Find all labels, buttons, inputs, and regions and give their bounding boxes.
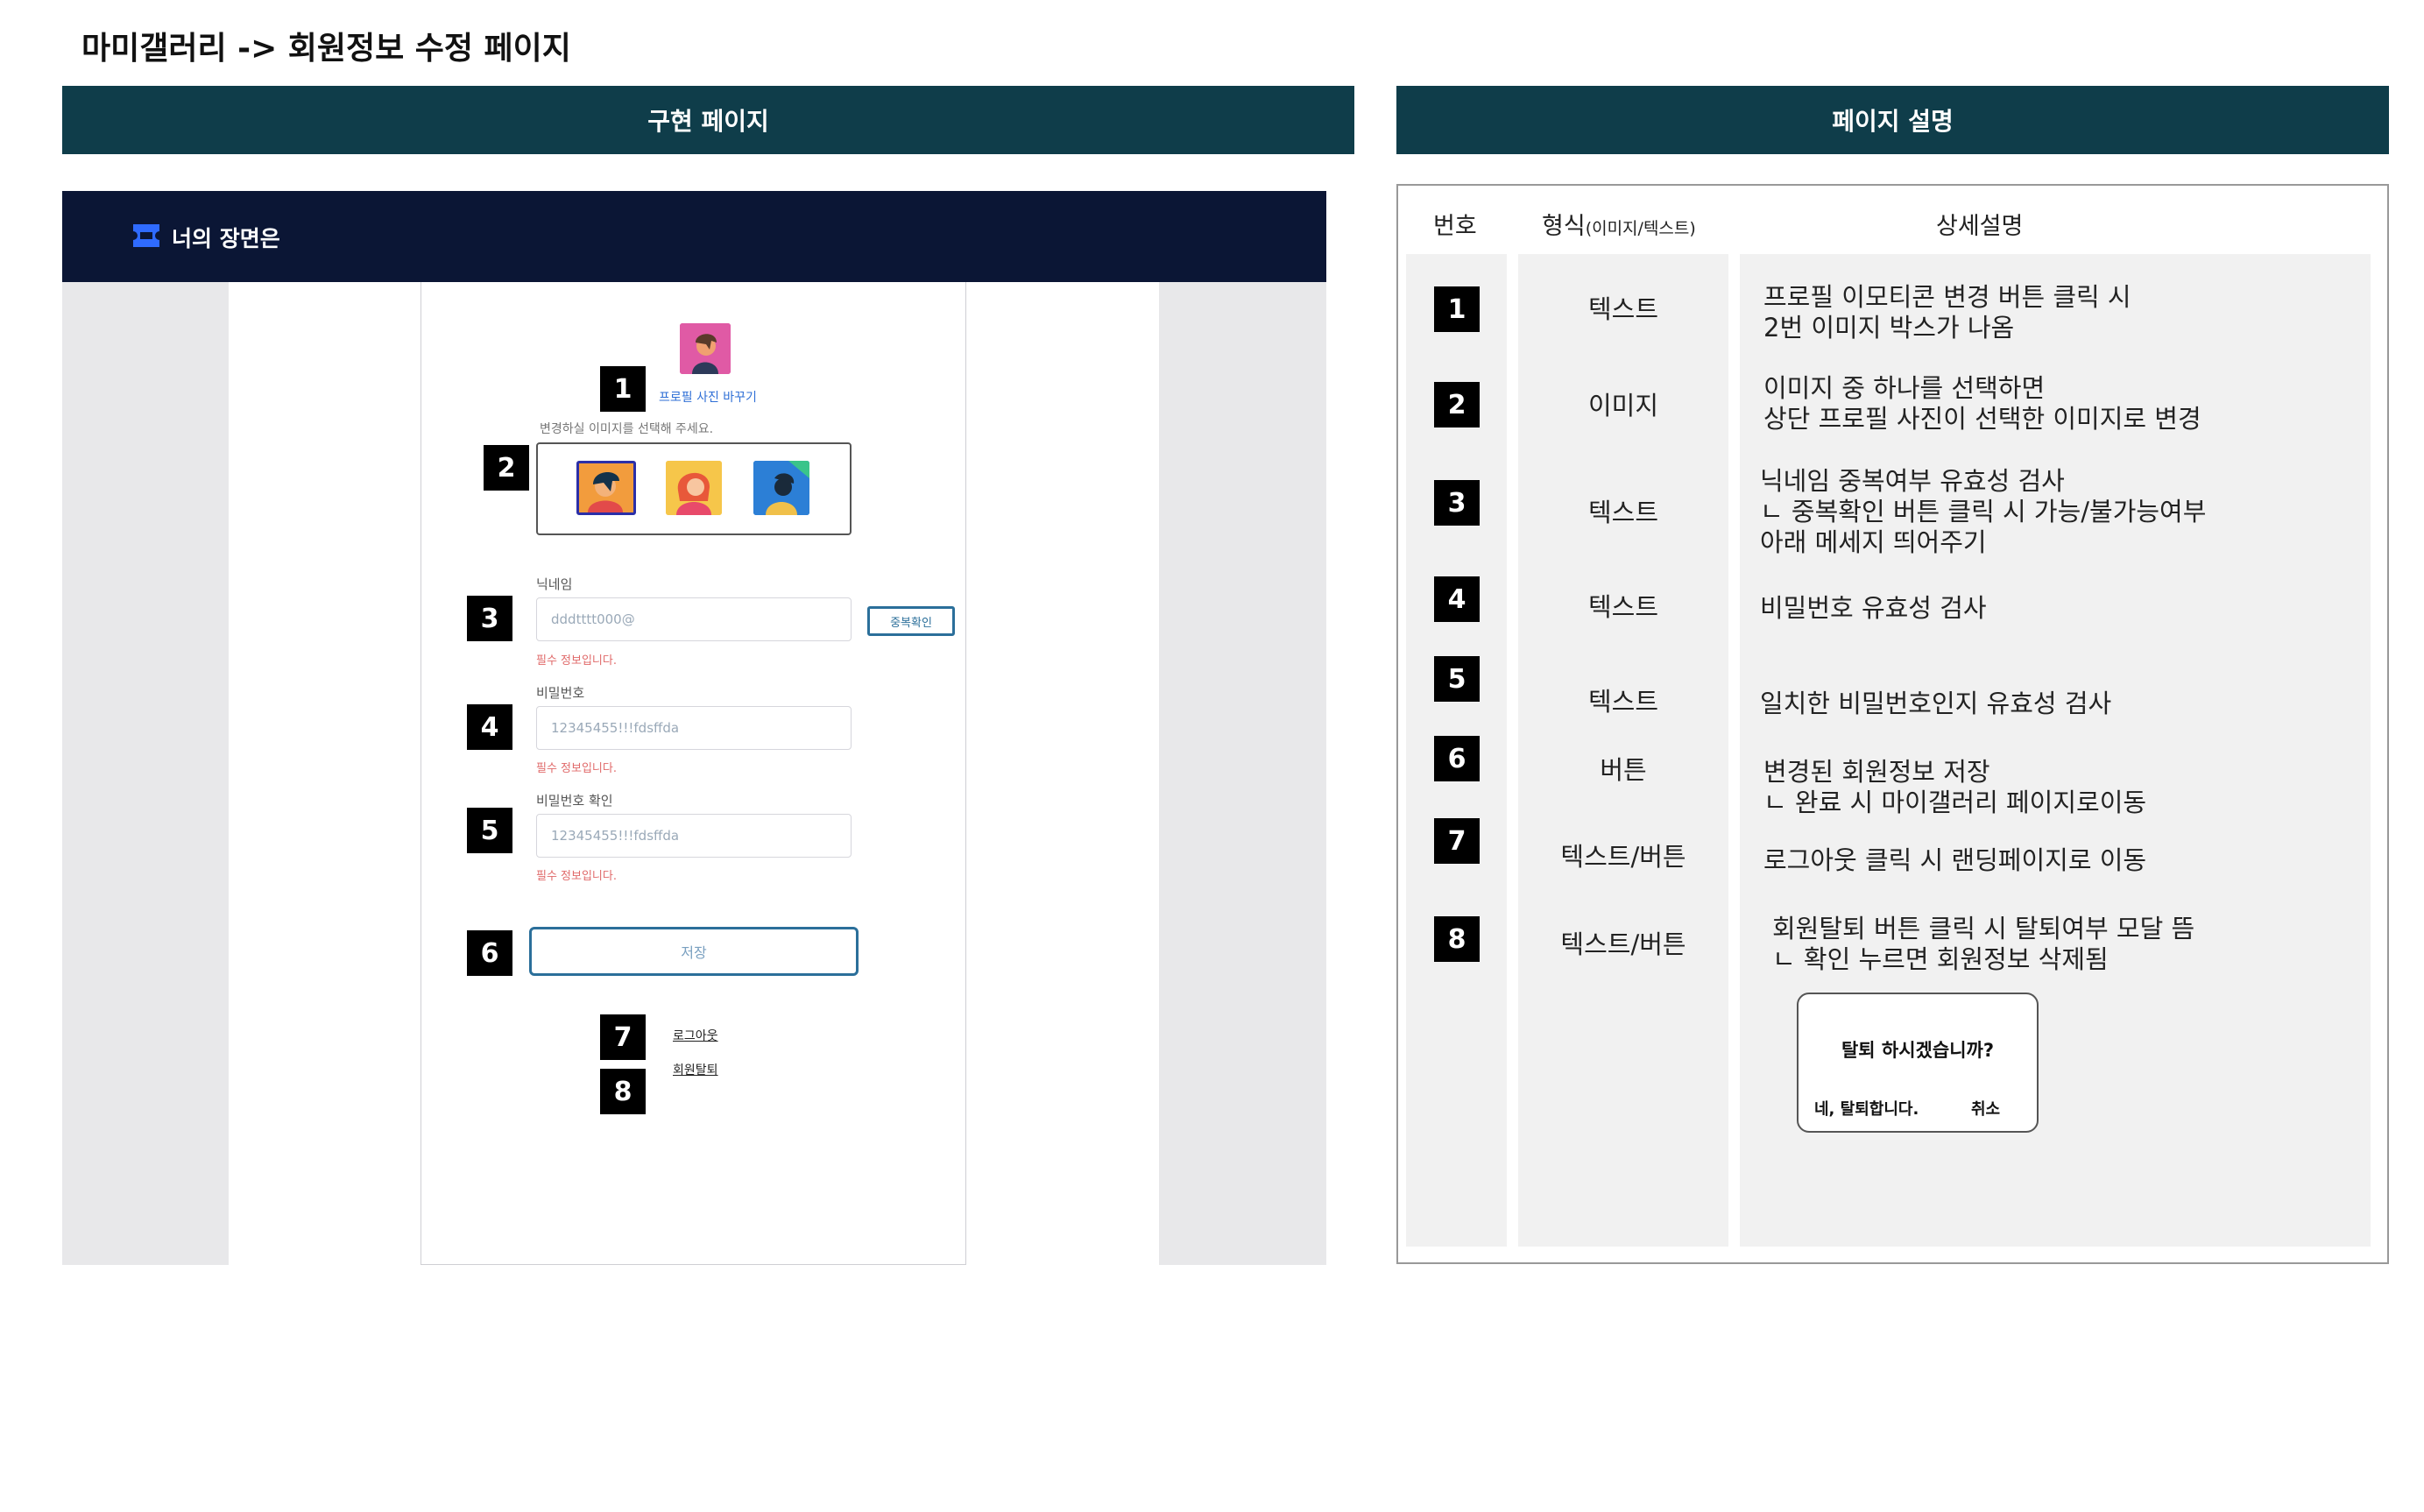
- modal-question: 탈퇴 하시겠습니까?: [1841, 1040, 1995, 1061]
- modal-confirm-button[interactable]: 네, 탈퇴합니다.: [1814, 1097, 1919, 1120]
- row-format: 텍스트: [1587, 592, 1659, 622]
- row-detail: 비밀번호 유효성 검사: [1760, 593, 1987, 623]
- row-detail: 이미지 중 하나를 선택하면 상단 프로필 사진이 선택한 이미지로 변경: [1763, 373, 2201, 434]
- row-number: 5: [1434, 656, 1480, 702]
- brand-name[interactable]: 너의 장면은: [172, 222, 280, 253]
- row-format: 버튼: [1600, 755, 1647, 785]
- password-confirm-input[interactable]: 12345455!!!fdsffda: [536, 814, 852, 858]
- nickname-label: 닉네임: [536, 576, 573, 592]
- nickname-input[interactable]: dddtttt000@: [536, 597, 852, 641]
- row-format: 텍스트: [1587, 498, 1659, 527]
- annotation-marker-6: 6: [467, 930, 512, 976]
- modal-cancel-button[interactable]: 취소: [1971, 1097, 2000, 1120]
- row-number: 2: [1434, 382, 1480, 427]
- annotation-marker-5: 5: [467, 808, 512, 853]
- annotation-marker-4: 4: [467, 704, 512, 750]
- password-input[interactable]: 12345455!!!fdsffda: [536, 706, 852, 750]
- password-error: 필수 정보입니다.: [536, 762, 617, 775]
- nickname-error: 필수 정보입니다.: [536, 654, 617, 668]
- withdraw-link[interactable]: 회원탈퇴: [673, 1061, 718, 1078]
- password-confirm-label: 비밀번호 확인: [536, 793, 613, 809]
- password-confirm-error: 필수 정보입니다.: [536, 870, 617, 883]
- row-format: 텍스트/버튼: [1560, 842, 1686, 872]
- select-image-hint: 변경하실 이미지를 선택해 주세요.: [540, 422, 714, 436]
- profile-avatar: [680, 323, 731, 374]
- row-detail: 닉네임 중복여부 유효성 검사 ㄴ 중복확인 버튼 클릭 시 가능/불가능여부 …: [1760, 466, 2207, 557]
- duplicate-check-button[interactable]: 중복확인: [867, 606, 955, 636]
- header-format-label: 형식: [1542, 213, 1586, 240]
- annotation-marker-8: 8: [600, 1069, 646, 1114]
- row-format: 이미지: [1587, 391, 1659, 420]
- annotation-marker-2: 2: [484, 445, 529, 491]
- row-detail: 변경된 회원정보 저장 ㄴ 완료 시 마이갤러리 페이지로이동: [1763, 757, 2147, 817]
- header-detail: 상세설명: [1936, 213, 2024, 240]
- implementation-header: 구현 페이지: [62, 86, 1354, 154]
- avatar-option-1[interactable]: [576, 461, 636, 515]
- header-format: 형식(이미지/텍스트): [1542, 207, 1696, 241]
- row-number: 1: [1434, 286, 1480, 332]
- header-format-sub: (이미지/텍스트): [1585, 219, 1696, 238]
- avatar-option-2[interactable]: [666, 461, 722, 515]
- header-number: 번호: [1433, 213, 1477, 240]
- row-number: 7: [1434, 818, 1480, 864]
- row-format: 텍스트/버튼: [1560, 929, 1686, 959]
- row-number: 8: [1434, 916, 1480, 962]
- row-number: 3: [1434, 480, 1480, 526]
- row-number: 4: [1434, 576, 1480, 622]
- avatar-option-3[interactable]: [753, 461, 809, 515]
- row-detail: 프로필 이모티콘 변경 버튼 클릭 시 2번 이미지 박스가 나옴: [1763, 282, 2131, 343]
- row-detail: 회원탈퇴 버튼 클릭 시 탈퇴여부 모달 뜸 ㄴ 확인 누르면 회원정보 삭제됨: [1772, 914, 2195, 974]
- logout-link[interactable]: 로그아웃: [673, 1027, 718, 1044]
- change-photo-link[interactable]: 프로필 사진 바꾸기: [659, 388, 757, 406]
- row-format: 텍스트: [1587, 687, 1659, 717]
- annotation-marker-7: 7: [600, 1014, 646, 1060]
- page-title: 마미갤러리 -> 회원정보 수정 페이지: [81, 31, 571, 67]
- password-label: 비밀번호: [536, 685, 585, 701]
- annotation-marker-1: 1: [600, 366, 646, 412]
- row-number: 6: [1434, 736, 1480, 781]
- row-format: 텍스트: [1587, 294, 1659, 324]
- description-header: 페이지 설명: [1396, 86, 2389, 154]
- save-button[interactable]: 저장: [529, 927, 859, 976]
- row-detail: 일치한 비밀번호인지 유효성 검사: [1760, 689, 2112, 718]
- row-detail: 로그아웃 클릭 시 랜딩페이지로 이동: [1763, 845, 2147, 875]
- annotation-marker-3: 3: [467, 596, 512, 641]
- ticket-logo-icon[interactable]: [133, 224, 159, 247]
